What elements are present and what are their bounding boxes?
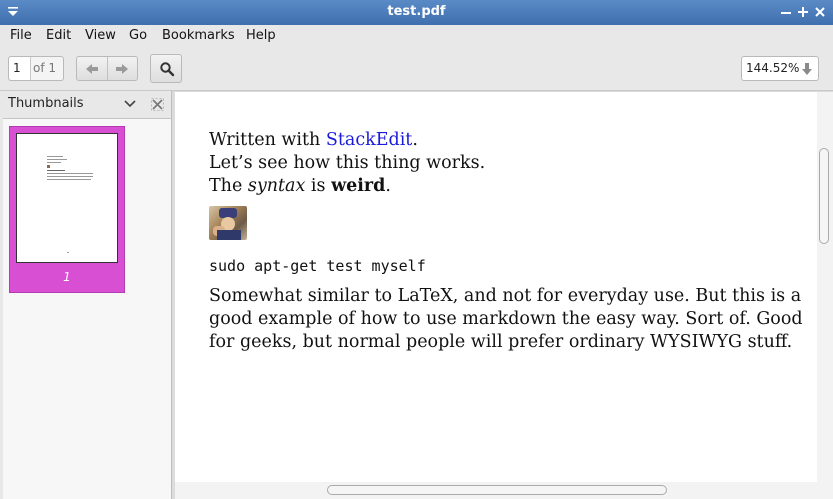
menu-help[interactable]: Help xyxy=(246,28,276,43)
sidebar-header: Thumbnails xyxy=(0,91,172,118)
search-button[interactable] xyxy=(150,54,182,83)
doc-text: is xyxy=(305,176,332,196)
toolbar: 1 of 1 144.52% xyxy=(0,47,833,91)
document-view[interactable]: Written with StackEdit. Let’s see how th… xyxy=(175,92,833,499)
embedded-image xyxy=(209,206,247,240)
zoom-value: 144.52% xyxy=(746,61,800,75)
thumbnail-text-line xyxy=(47,159,67,160)
thumbnail-page-number xyxy=(67,252,69,253)
nav-separator xyxy=(107,57,108,80)
thumbnail-text-line xyxy=(47,179,91,180)
arrow-right-icon xyxy=(116,64,128,74)
doc-line-2: Let’s see how this thing works. xyxy=(209,153,486,173)
current-page-input[interactable]: 1 xyxy=(9,57,31,80)
sidebar-title[interactable]: Thumbnails xyxy=(8,96,84,111)
doc-line-1: Written with StackEdit. xyxy=(209,130,418,150)
menu-edit[interactable]: Edit xyxy=(46,28,71,43)
menu-bar: File Edit View Go Bookmarks Help xyxy=(0,25,833,47)
search-icon xyxy=(160,62,175,77)
minimize-icon xyxy=(781,12,791,14)
thumbnail-text-line xyxy=(47,156,63,157)
doc-bold-text: weird xyxy=(331,176,386,196)
arrow-left-icon xyxy=(86,64,98,74)
maximize-button[interactable] xyxy=(795,3,811,21)
minimize-button[interactable] xyxy=(778,3,794,21)
doc-text: Written with xyxy=(209,130,326,150)
doc-text: The xyxy=(209,176,248,196)
zoom-selector[interactable]: 144.52% xyxy=(741,56,819,81)
image-coat-shape xyxy=(217,230,241,240)
close-button[interactable] xyxy=(812,3,828,21)
close-icon xyxy=(815,7,825,17)
thumbnail-page-label: 1 xyxy=(63,270,71,284)
vertical-scrollbar[interactable] xyxy=(817,92,833,482)
vertical-scroll-thumb[interactable] xyxy=(819,148,829,244)
thumbnail-text-line xyxy=(47,176,93,177)
thumbnail-text-line xyxy=(47,162,61,163)
previous-page-button[interactable] xyxy=(84,61,100,77)
doc-text: . xyxy=(412,130,418,150)
doc-text: . xyxy=(385,176,391,196)
thumbnail-pane: 1 xyxy=(3,118,171,499)
paragraph-line-3: for geeks, but normal people will prefer… xyxy=(209,332,793,352)
sidebar: Thumbnails 1 xyxy=(0,91,172,499)
paragraph-line-1: Somewhat similar to LaTeX, and not for e… xyxy=(209,286,802,306)
chevron-down-icon[interactable] xyxy=(124,99,136,109)
page-selector: 1 of 1 xyxy=(8,56,64,81)
thumbnail-text-line xyxy=(47,173,93,174)
thumbnail-text-line xyxy=(47,170,65,171)
window-title: test.pdf xyxy=(387,4,446,19)
code-line: sudo apt-get test myself xyxy=(209,257,426,275)
menu-file[interactable]: File xyxy=(10,28,32,43)
title-bar: test.pdf xyxy=(0,0,833,25)
thumbnail-image xyxy=(47,165,50,168)
horizontal-scrollbar[interactable] xyxy=(175,482,833,499)
next-page-button[interactable] xyxy=(114,61,130,77)
paragraph-line-2: good example of how to use markdown the … xyxy=(209,309,803,329)
page-total-label: of 1 xyxy=(33,61,57,75)
menu-view[interactable]: View xyxy=(85,28,116,43)
maximize-icon xyxy=(798,7,808,17)
menu-bookmarks[interactable]: Bookmarks xyxy=(162,28,235,43)
doc-italic-text: syntax xyxy=(247,176,306,196)
page-navigation xyxy=(76,56,138,81)
page-thumbnail[interactable]: 1 xyxy=(9,126,125,293)
doc-line-3: The syntax is weird. xyxy=(209,176,391,196)
thumbnail-page-preview xyxy=(16,133,118,263)
arrow-down-icon[interactable] xyxy=(800,62,814,76)
menu-go[interactable]: Go xyxy=(129,28,147,43)
horizontal-scroll-thumb[interactable] xyxy=(327,485,667,495)
stackedit-link[interactable]: StackEdit xyxy=(326,130,412,150)
close-icon[interactable] xyxy=(151,98,164,111)
